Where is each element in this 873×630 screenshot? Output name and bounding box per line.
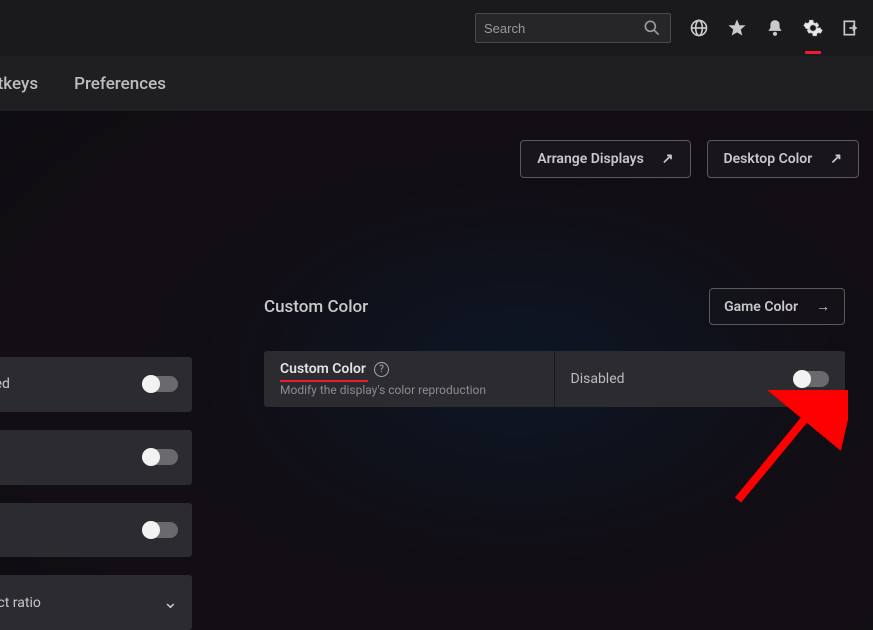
search-input[interactable]: [484, 21, 624, 36]
rail-card-2[interactable]: [0, 430, 192, 485]
rail-card-1-label: ted: [0, 376, 10, 392]
search-input-container[interactable]: [475, 13, 671, 43]
help-icon[interactable]: ?: [374, 362, 389, 377]
chevron-down-icon: ⌄: [163, 592, 178, 613]
custom-color-title-text: Custom Color: [280, 361, 366, 377]
custom-color-title: Custom Color: [280, 361, 366, 377]
custom-color-card[interactable]: Custom Color ? Modify the display's colo…: [264, 351, 555, 407]
tab-preferences[interactable]: Preferences: [74, 74, 166, 94]
gear-icon[interactable]: [803, 18, 823, 38]
desktop-color-button[interactable]: Desktop Color ↗: [707, 140, 859, 178]
toggle-knob: [793, 370, 811, 388]
star-icon[interactable]: [727, 18, 747, 38]
active-tab-underline: [805, 51, 821, 54]
title-underline: [280, 380, 368, 382]
rail-card-3[interactable]: [0, 503, 192, 558]
section-title: Custom Color: [264, 297, 368, 317]
rail-toggle-3[interactable]: [142, 522, 178, 538]
exit-icon[interactable]: [841, 18, 861, 38]
arrange-displays-label: Arrange Displays: [537, 151, 644, 167]
top-toolbar: [0, 0, 873, 56]
search-icon: [642, 18, 662, 38]
external-link-icon: ↗: [662, 151, 674, 167]
arrange-displays-button[interactable]: Arrange Displays ↗: [520, 140, 690, 178]
custom-color-state-label: Disabled: [571, 371, 625, 387]
toggle-knob: [142, 375, 160, 393]
rail-card-4-label: ect ratio: [0, 595, 41, 611]
custom-color-subtitle: Modify the display's color reproduction: [280, 383, 538, 397]
custom-color-state-card: Disabled: [555, 351, 845, 407]
rail-card-aspect-ratio[interactable]: ect ratio ⌄: [0, 575, 192, 630]
bell-icon[interactable]: [765, 18, 785, 38]
tab-hotkeys[interactable]: otkeys: [0, 74, 38, 94]
toggle-knob: [142, 521, 160, 539]
left-rail: ted ect ratio ⌄: [0, 112, 192, 630]
rail-toggle-2[interactable]: [142, 449, 178, 465]
sub-tab-bar: otkeys Preferences: [0, 56, 873, 112]
game-color-button[interactable]: Game Color →: [709, 288, 845, 325]
arrow-right-icon: →: [816, 298, 830, 315]
game-color-label: Game Color: [724, 299, 798, 315]
globe-icon[interactable]: [689, 18, 709, 38]
desktop-color-label: Desktop Color: [724, 151, 813, 167]
custom-color-toggle[interactable]: [793, 371, 829, 387]
rail-toggle-1[interactable]: [142, 376, 178, 392]
rail-card-1[interactable]: ted: [0, 357, 192, 412]
external-link-icon: ↗: [830, 151, 842, 167]
toggle-knob: [142, 448, 160, 466]
